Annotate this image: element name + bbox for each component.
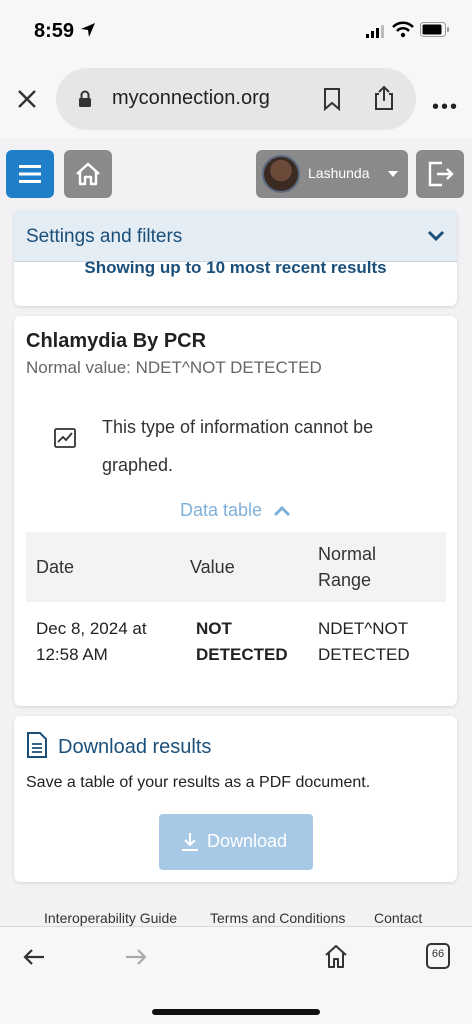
footer-link-interoperability[interactable]: Interoperability Guide: [44, 910, 177, 926]
download-icon: [182, 833, 198, 851]
document-icon: [27, 732, 47, 758]
status-bar: 8:59: [0, 0, 472, 60]
hamburger-icon: [19, 165, 41, 183]
cell-value: NOT DETECTED: [196, 619, 288, 664]
more-options-icon[interactable]: •••: [432, 96, 459, 119]
chevron-down-icon: [427, 230, 445, 242]
cell-normal-range: NDET^NOT DETECTED: [318, 619, 410, 664]
location-arrow-icon: [81, 23, 95, 37]
download-button[interactable]: Download: [159, 814, 313, 870]
column-header-normal-range: Normal Range: [318, 544, 377, 590]
tab-count: 66: [431, 948, 445, 960]
result-card: Chlamydia By PCR Normal value: NDET^NOT …: [14, 316, 457, 706]
download-description: Save a table of your results as a PDF do…: [26, 774, 371, 791]
chevron-up-icon: [273, 506, 291, 517]
settings-toggle[interactable]: Settings and filters: [14, 210, 457, 262]
avatar: [262, 155, 300, 193]
close-icon[interactable]: [14, 86, 40, 112]
user-menu-button[interactable]: Lashunda: [256, 150, 408, 198]
graph-unavailable-note: This type of information cannot be graph…: [102, 417, 374, 475]
column-header-value: Value: [190, 557, 235, 577]
download-card: Download results Save a table of your re…: [14, 716, 457, 882]
chart-icon: [54, 428, 76, 448]
app-header: Lashunda: [0, 138, 472, 208]
download-button-label: Download: [207, 831, 288, 851]
tabs-button[interactable]: 66: [426, 943, 450, 969]
lock-icon: [79, 90, 91, 107]
user-name: Lashunda: [308, 165, 370, 181]
url-field[interactable]: myconnection.org: [56, 68, 416, 130]
data-table-toggle[interactable]: Data table: [14, 500, 457, 521]
column-header-date: Date: [36, 557, 75, 577]
footer-link-terms[interactable]: Terms and Conditions: [210, 910, 345, 926]
table-row: Dec 8, 2024 at 12:58 AM NOT DETECTED NDE…: [26, 602, 446, 698]
settings-card: Settings and filters Showing up to 10 mo…: [14, 210, 457, 306]
home-indicator: [152, 1009, 320, 1015]
forward-arrow-icon[interactable]: [124, 947, 148, 967]
browser-toolbar: 66: [0, 926, 472, 1024]
settings-title: Settings and filters: [26, 226, 183, 247]
logout-button[interactable]: [416, 150, 464, 198]
url-text: myconnection.org: [112, 87, 270, 109]
battery-icon: [420, 22, 449, 37]
cell-date: Dec 8, 2024 at 12:58 AM: [36, 619, 147, 664]
browser-address-bar: myconnection.org •••: [0, 60, 472, 138]
chevron-down-icon: [388, 171, 398, 177]
home-icon: [76, 162, 100, 186]
results-count-note: Showing up to 10 most recent results: [84, 258, 387, 277]
logout-icon: [428, 161, 454, 187]
home-button[interactable]: [64, 150, 112, 198]
wifi-icon: [392, 21, 414, 38]
home-icon[interactable]: [324, 943, 348, 969]
status-time: 8:59: [34, 20, 75, 42]
normal-value: Normal value: NDET^NOT DETECTED: [26, 358, 322, 377]
back-arrow-icon[interactable]: [22, 947, 46, 967]
test-name: Chlamydia By PCR: [26, 330, 207, 352]
data-table-label: Data table: [179, 500, 263, 520]
signal-icon: [366, 25, 384, 38]
results-table: Date Value Normal Range Dec 8, 2024 at 1…: [26, 532, 446, 698]
table-header: Date Value Normal Range: [26, 532, 446, 602]
share-icon[interactable]: [372, 85, 396, 111]
footer-link-contact[interactable]: Contact: [374, 910, 422, 926]
menu-button[interactable]: [6, 150, 54, 198]
bookmark-icon[interactable]: [322, 87, 342, 111]
download-title[interactable]: Download results: [58, 736, 211, 759]
